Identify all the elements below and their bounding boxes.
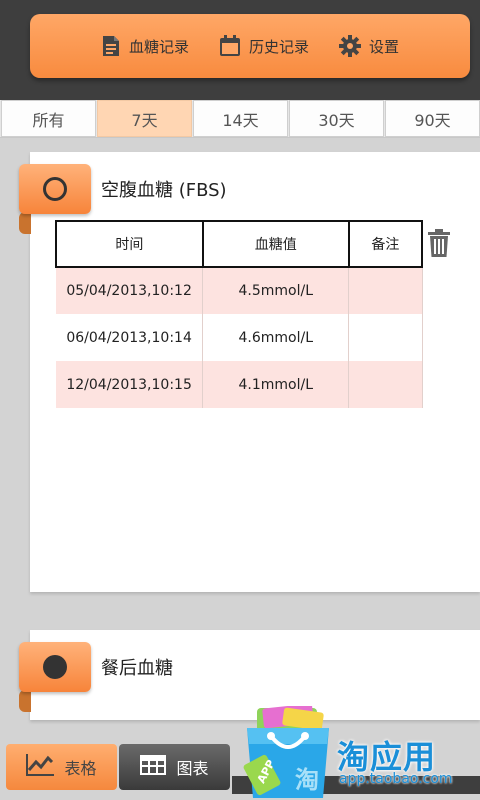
- table-row[interactable]: 12/04/2013,10:15 4.1mmol/L: [56, 361, 423, 408]
- tab-30-days[interactable]: 30天: [289, 100, 384, 137]
- table-view-label: 表格: [64, 759, 97, 778]
- tab-7-days[interactable]: 7天: [97, 100, 192, 137]
- trash-icon: [428, 229, 450, 261]
- fbs-ribbon[interactable]: [19, 164, 91, 214]
- column-header-time: 时间: [55, 220, 204, 268]
- tab-90-days[interactable]: 90天: [385, 100, 480, 137]
- line-chart-icon: [26, 754, 55, 780]
- post-meal-ribbon-tail: [19, 690, 31, 712]
- column-header-value: 血糖值: [201, 220, 350, 268]
- nav-settings-label: 设置: [369, 37, 400, 56]
- tab-14-days[interactable]: 14天: [193, 100, 288, 137]
- main-nav: 血糖记录 历史记录 设置: [30, 14, 470, 78]
- table-row[interactable]: 05/04/2013,10:12 4.5mmol/L: [56, 267, 423, 314]
- fbs-ribbon-tail: [19, 212, 31, 234]
- table-row[interactable]: 06/04/2013,10:14 4.6mmol/L: [56, 314, 423, 361]
- nav-history[interactable]: 历史记录: [219, 35, 309, 57]
- row-value: 4.5mmol/L: [202, 267, 350, 314]
- nav-glucose-record-label: 血糖记录: [128, 37, 189, 56]
- row-time: 05/04/2013,10:12: [56, 267, 204, 314]
- column-header-note: 备注: [347, 220, 424, 268]
- row-time: 12/04/2013,10:15: [56, 361, 204, 408]
- row-note: [348, 314, 423, 361]
- chart-view-button[interactable]: 图表: [119, 744, 230, 790]
- fbs-records-table: 时间 血糖值 备注 05/04/2013,10:12 4.5mmol/L 06/…: [55, 220, 424, 408]
- post-meal-ribbon[interactable]: [19, 642, 91, 692]
- gear-icon: [339, 35, 361, 57]
- empty-circle-icon: [43, 177, 67, 201]
- row-value: 4.6mmol/L: [202, 314, 350, 361]
- document-icon: [101, 35, 121, 57]
- nav-history-label: 历史记录: [248, 37, 309, 56]
- table-view-button[interactable]: 表格: [6, 744, 117, 790]
- row-time: 06/04/2013,10:14: [56, 314, 204, 361]
- row-value: 4.1mmol/L: [202, 361, 350, 408]
- taobao-watermark: APP 淘 淘应用 app.taobao.com: [243, 703, 480, 800]
- row-note: [348, 361, 423, 408]
- fbs-title: 空腹血糖 (FBS): [101, 180, 227, 201]
- nav-settings[interactable]: 设置: [339, 35, 399, 57]
- chart-view-label: 图表: [176, 759, 209, 778]
- calendar-icon: [219, 35, 241, 57]
- taobao-url: app.taobao.com: [339, 771, 453, 787]
- row-note: [348, 267, 423, 314]
- nav-glucose-record[interactable]: 血糖记录: [101, 35, 189, 57]
- period-tabs: 所有 7天 14天 30天 90天: [0, 100, 480, 138]
- post-meal-title: 餐后血糖: [101, 658, 173, 679]
- tao-char: 淘: [295, 766, 319, 794]
- tab-all[interactable]: 所有: [1, 100, 96, 137]
- shopping-bag-logo: APP 淘: [243, 703, 333, 800]
- taobao-text-block: 淘应用 app.taobao.com: [337, 732, 480, 792]
- delete-button[interactable]: [428, 229, 450, 261]
- grid-table-icon: [140, 755, 167, 779]
- table-header-row: 时间 血糖值 备注: [55, 220, 424, 268]
- filled-circle-icon: [43, 655, 67, 679]
